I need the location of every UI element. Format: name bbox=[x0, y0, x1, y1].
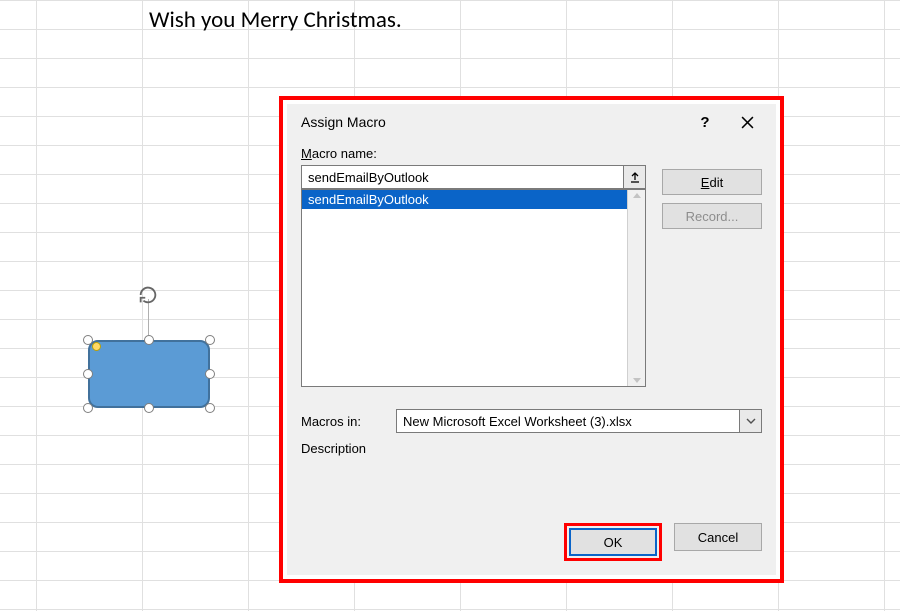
ok-button-highlight: OK bbox=[564, 523, 662, 561]
resize-handle-bc[interactable] bbox=[144, 403, 154, 413]
scroll-up-icon bbox=[633, 193, 641, 198]
rotate-handle-icon[interactable] bbox=[137, 284, 159, 306]
adjust-handle[interactable] bbox=[92, 342, 101, 351]
macros-in-value: New Microsoft Excel Worksheet (3).xlsx bbox=[396, 409, 740, 433]
macro-listbox[interactable]: sendEmailByOutlook bbox=[301, 189, 646, 387]
selected-shape[interactable] bbox=[88, 340, 210, 408]
edit-button[interactable]: Edit bbox=[662, 169, 762, 195]
resize-handle-ml[interactable] bbox=[83, 369, 93, 379]
macro-name-input[interactable] bbox=[301, 165, 624, 189]
resize-handle-tr[interactable] bbox=[205, 335, 215, 345]
resize-handle-br[interactable] bbox=[205, 403, 215, 413]
dialog-titlebar: Assign Macro ? bbox=[287, 104, 776, 140]
dialog-footer: OK Cancel bbox=[564, 523, 762, 561]
close-icon bbox=[741, 116, 754, 129]
listbox-scrollbar[interactable] bbox=[627, 190, 645, 386]
collapse-icon bbox=[629, 171, 641, 183]
close-button[interactable] bbox=[726, 107, 768, 137]
resize-handle-tc[interactable] bbox=[144, 335, 154, 345]
list-item[interactable]: sendEmailByOutlook bbox=[302, 190, 627, 209]
chevron-down-icon bbox=[746, 416, 756, 426]
ok-button[interactable]: OK bbox=[569, 528, 657, 556]
resize-handle-mr[interactable] bbox=[205, 369, 215, 379]
description-label: Description bbox=[301, 441, 762, 456]
macros-in-dropdown-button[interactable] bbox=[740, 409, 762, 433]
collapse-dialog-button[interactable] bbox=[624, 165, 646, 189]
assign-macro-dialog-highlight: Assign Macro ? Macro name: bbox=[279, 96, 784, 583]
dialog-title: Assign Macro bbox=[301, 114, 684, 130]
macro-name-label: Macro name: bbox=[301, 146, 646, 161]
resize-handle-bl[interactable] bbox=[83, 403, 93, 413]
cell-text: Wish you Merry Christmas. bbox=[149, 6, 402, 34]
rounded-rectangle-shape[interactable] bbox=[88, 340, 210, 408]
scroll-down-icon bbox=[633, 378, 641, 383]
macros-in-select[interactable]: New Microsoft Excel Worksheet (3).xlsx bbox=[396, 409, 762, 433]
macros-in-label: Macros in: bbox=[301, 414, 396, 429]
assign-macro-dialog: Assign Macro ? Macro name: bbox=[287, 104, 776, 575]
help-button[interactable]: ? bbox=[684, 107, 726, 137]
cancel-button[interactable]: Cancel bbox=[674, 523, 762, 551]
record-button[interactable]: Record... bbox=[662, 203, 762, 229]
